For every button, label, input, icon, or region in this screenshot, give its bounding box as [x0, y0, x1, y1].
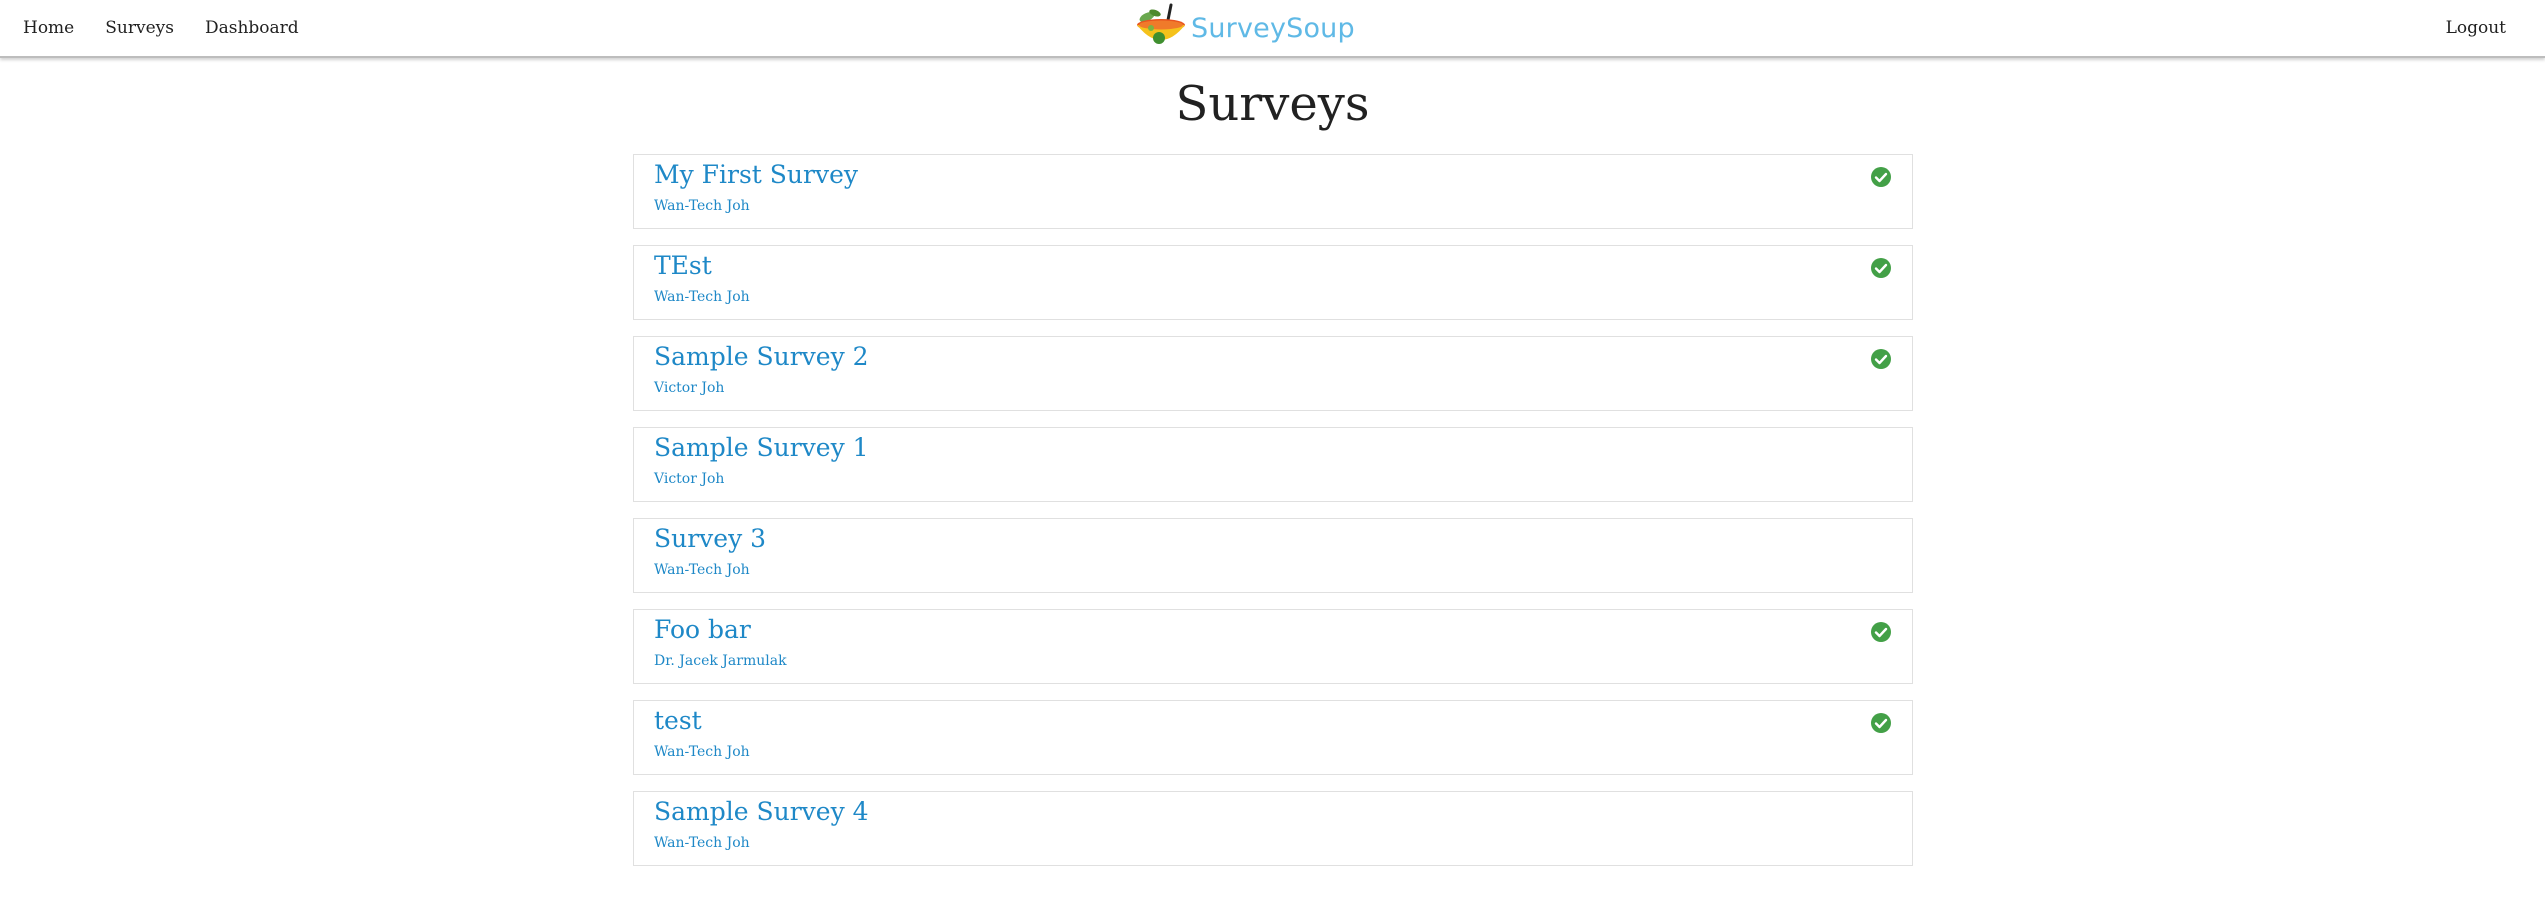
check-circle-icon: [1871, 167, 1891, 187]
nav-right: Logout: [2446, 0, 2537, 56]
brand-home-link[interactable]: SurveySoup: [1133, 0, 1355, 56]
survey-card[interactable]: Sample Survey 4 Wan-Tech Joh: [633, 791, 1913, 866]
logout-link[interactable]: Logout: [2446, 18, 2506, 38]
survey-author: Dr. Jacek Jarmulak: [654, 653, 787, 669]
nav-link-surveys[interactable]: Surveys: [105, 18, 174, 38]
survey-card[interactable]: test Wan-Tech Joh: [633, 700, 1913, 775]
nav-links: Home Surveys Dashboard: [23, 0, 330, 56]
survey-title[interactable]: Survey 3: [654, 524, 766, 553]
survey-card[interactable]: Sample Survey 2 Victor Joh: [633, 336, 1913, 411]
survey-list: My First Survey Wan-Tech Joh TEst Wan-Te…: [633, 154, 1913, 882]
top-navbar: Home Surveys Dashboard SurveySoup Logout: [0, 0, 2545, 58]
survey-author: Wan-Tech Joh: [654, 562, 750, 578]
nav-link-home[interactable]: Home: [23, 18, 74, 38]
page-title: Surveys: [1175, 76, 1370, 132]
survey-title[interactable]: test: [654, 706, 702, 735]
check-circle-icon: [1871, 713, 1891, 733]
survey-title[interactable]: Sample Survey 1: [654, 433, 869, 462]
survey-card[interactable]: Sample Survey 1 Victor Joh: [633, 427, 1913, 502]
survey-title[interactable]: My First Survey: [654, 160, 858, 189]
brand-name: SurveySoup: [1191, 12, 1355, 44]
soup-bowl-icon: [1137, 3, 1185, 44]
survey-author: Wan-Tech Joh: [654, 198, 750, 214]
check-circle-icon: [1871, 622, 1891, 642]
survey-title[interactable]: TEst: [654, 251, 712, 280]
survey-author: Wan-Tech Joh: [654, 744, 750, 760]
survey-title[interactable]: Foo bar: [654, 615, 751, 644]
survey-card[interactable]: Survey 3 Wan-Tech Joh: [633, 518, 1913, 593]
survey-author: Victor Joh: [654, 471, 725, 487]
survey-card[interactable]: My First Survey Wan-Tech Joh: [633, 154, 1913, 229]
survey-card[interactable]: TEst Wan-Tech Joh: [633, 245, 1913, 320]
survey-card[interactable]: Foo bar Dr. Jacek Jarmulak: [633, 609, 1913, 684]
survey-title[interactable]: Sample Survey 2: [654, 342, 869, 371]
survey-author: Victor Joh: [654, 380, 725, 396]
nav-link-dashboard[interactable]: Dashboard: [205, 18, 299, 38]
check-circle-icon: [1871, 349, 1891, 369]
check-circle-icon: [1871, 258, 1891, 278]
survey-author: Wan-Tech Joh: [654, 835, 750, 851]
survey-author: Wan-Tech Joh: [654, 289, 750, 305]
survey-title[interactable]: Sample Survey 4: [654, 797, 869, 826]
